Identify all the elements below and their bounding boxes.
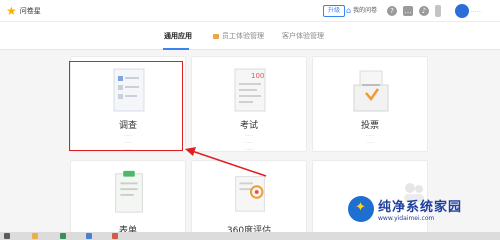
watermark-title: 纯净系统家园 xyxy=(378,200,463,215)
card-survey-desc: …… …… …… xyxy=(71,131,185,152)
username[interactable]: …… xyxy=(471,9,483,14)
tab-customer-label: 客户体验管理 xyxy=(282,32,324,40)
taskbar-start-icon[interactable] xyxy=(4,233,10,239)
divider xyxy=(435,5,441,17)
card-vote-desc-line: …… xyxy=(366,139,374,144)
tab-general-label: 通用应用 xyxy=(164,32,192,40)
card-360-evaluation[interactable]: 360度评估 xyxy=(191,160,307,240)
app-logo[interactable]: ★ 问卷星 xyxy=(6,5,41,17)
taskbar-app-icon[interactable] xyxy=(60,233,66,239)
home-icon: ⌂ xyxy=(346,6,352,15)
tab-employee[interactable]: 员工体验管理 xyxy=(213,31,264,41)
tab-employee-label: 员工体验管理 xyxy=(222,32,264,40)
watermark: ✦ 纯净系统家园 www.yidaimei.com xyxy=(348,196,462,222)
taskbar-app-icon[interactable] xyxy=(112,233,118,239)
evaluation-illustration-icon xyxy=(235,176,265,212)
card-survey-title: 调查 xyxy=(118,121,137,131)
card-exam-title: 考试 xyxy=(239,121,258,131)
bell-icon[interactable]: ♪ xyxy=(419,6,429,16)
my-surveys-label: 我的问卷 xyxy=(353,7,378,14)
card-exam-desc: …… …… …… xyxy=(192,131,306,152)
taskbar xyxy=(0,232,500,240)
ballot-box-illustration-icon xyxy=(353,70,389,112)
star-icon: ★ xyxy=(6,4,17,18)
taskbar-folder-icon[interactable] xyxy=(32,233,38,239)
card-vote-desc-line: …… xyxy=(366,132,374,137)
my-surveys-link[interactable]: ⌂ 我的问卷 xyxy=(346,5,377,17)
watermark-url: www.yidaimei.com xyxy=(378,215,435,222)
card-exam-desc-line: …… xyxy=(245,132,253,137)
card-survey[interactable]: 调查 …… …… …… xyxy=(70,56,186,152)
tab-customer[interactable]: 客户体验管理 xyxy=(282,31,324,41)
exam-illustration-icon: 100 xyxy=(234,68,266,112)
help-icon[interactable]: ? xyxy=(387,6,397,16)
card-survey-desc-line: …… xyxy=(124,139,132,144)
app-title: 问卷星 xyxy=(19,7,41,15)
message-icon[interactable]: … xyxy=(403,6,413,16)
svg-text:100: 100 xyxy=(251,72,264,80)
tab-bar: 通用应用 员工体验管理 客户体验管理 xyxy=(0,22,500,50)
survey-illustration-icon xyxy=(113,68,145,112)
card-survey-desc-line: …… xyxy=(124,146,132,151)
clipboard-illustration-icon xyxy=(115,170,143,213)
card-exam-desc-line: …… xyxy=(245,139,253,144)
card-form[interactable]: 表单 xyxy=(70,160,186,240)
top-bar: ★ 问卷星 升级 ⌂ 我的问卷 ? … ♪ …… xyxy=(0,0,500,22)
card-exam[interactable]: 100 考试 …… …… …… xyxy=(191,56,307,152)
taskbar-browser-icon[interactable] xyxy=(86,233,92,239)
upgrade-button[interactable]: 升级 xyxy=(323,5,346,17)
card-vote[interactable]: 投票 …… …… xyxy=(312,56,428,152)
avatar[interactable] xyxy=(455,4,469,18)
card-vote-title: 投票 xyxy=(360,121,379,131)
active-tab-indicator xyxy=(163,48,189,50)
tab-general[interactable]: 通用应用 xyxy=(164,31,192,41)
card-vote-desc: …… …… xyxy=(313,131,427,145)
watermark-logo-icon: ✦ xyxy=(348,196,374,222)
card-survey-desc-line: …… xyxy=(124,132,132,137)
card-exam-desc-line: …… xyxy=(245,146,253,151)
briefcase-icon xyxy=(213,33,219,39)
